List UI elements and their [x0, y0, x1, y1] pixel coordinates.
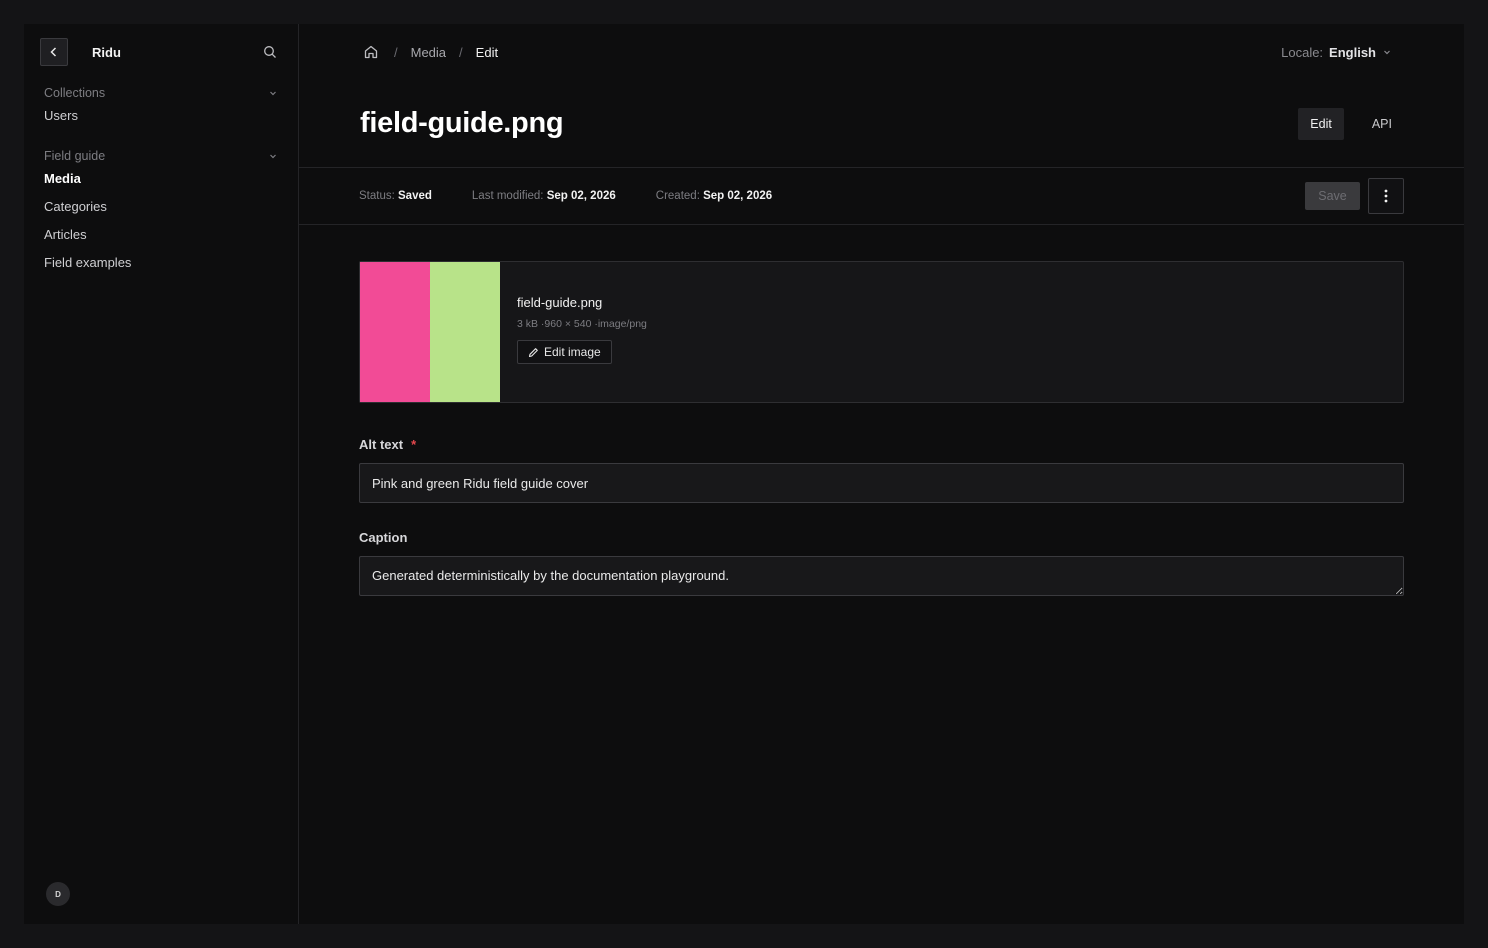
chevron-down-icon	[270, 154, 276, 159]
sidebar-item-field-examples[interactable]: Field examples	[40, 249, 278, 277]
more-vertical-icon	[1384, 189, 1388, 203]
main-content: / Media / Edit Locale: English field-gui…	[299, 24, 1464, 924]
required-marker: *	[411, 437, 417, 452]
created-value: Sep 02, 2026	[703, 190, 773, 202]
file-upload-card: field-guide.png 3 kB ·960 × 540 ·image/p…	[359, 261, 1404, 403]
nav-group-label: Collections	[44, 86, 106, 100]
chevron-down-icon	[270, 91, 276, 96]
home-link[interactable]	[363, 43, 381, 61]
caption-textarea[interactable]: Generated deterministically by the docum…	[359, 556, 1404, 596]
breadcrumb-edit: Edit	[475, 44, 499, 60]
alt-text-label: Alt text *	[359, 437, 417, 452]
page-title: field-guide.png	[360, 107, 564, 139]
search-icon	[264, 46, 276, 58]
sidebar: Ridu Collections Users Field guide Media…	[24, 24, 299, 924]
more-options-button[interactable]	[1368, 178, 1404, 214]
status-value: Saved	[398, 190, 432, 202]
sidebar-item-media[interactable]: Media	[40, 165, 278, 193]
locale-value: English	[1329, 44, 1376, 60]
nav-group-collections[interactable]: Collections	[40, 84, 278, 102]
sidebar-header: Ridu	[40, 38, 278, 66]
modified-meta: Last modified: Sep 02, 2026	[471, 190, 616, 202]
app-frame: Ridu Collections Users Field guide Media…	[24, 24, 1464, 924]
chevron-down-icon	[1384, 50, 1390, 55]
tab-api[interactable]: API	[1360, 108, 1404, 140]
sidebar-item-categories[interactable]: Categories	[40, 193, 278, 221]
image-thumbnail	[360, 262, 500, 402]
nav-group-label: Field guide	[44, 149, 106, 163]
brand-name: Ridu	[92, 44, 121, 60]
file-meta: 3 kB ·960 × 540 ·image/png	[517, 318, 647, 330]
breadcrumb: / Media / Edit	[363, 43, 1281, 61]
locale-label: Locale:	[1281, 44, 1324, 60]
top-bar: / Media / Edit Locale: English	[299, 24, 1464, 80]
caption-label: Caption	[359, 530, 408, 545]
file-name: field-guide.png	[517, 295, 603, 310]
thumbnail-color-block	[430, 262, 500, 402]
title-row: field-guide.png Edit API	[299, 80, 1464, 168]
edit-form: field-guide.png 3 kB ·960 × 540 ·image/p…	[299, 225, 1464, 601]
home-icon	[364, 45, 378, 59]
search-button[interactable]	[262, 44, 278, 60]
thumbnail-color-block	[360, 262, 430, 402]
sidebar-item-articles[interactable]: Articles	[40, 221, 278, 249]
sidebar-item-users[interactable]: Users	[40, 102, 278, 130]
pencil-icon	[528, 347, 538, 357]
nav-group-field-guide[interactable]: Field guide	[40, 147, 278, 165]
modified-value: Sep 02, 2026	[546, 190, 616, 202]
created-meta: Created: Sep 02, 2026	[655, 190, 773, 202]
save-button[interactable]: Save	[1305, 182, 1360, 210]
locale-selector[interactable]: Locale: English	[1281, 45, 1392, 60]
alt-text-input[interactable]	[359, 463, 1404, 503]
file-info: field-guide.png 3 kB ·960 × 540 ·image/p…	[500, 262, 664, 402]
document-meta-bar: Status: Saved Last modified: Sep 02, 202…	[299, 168, 1464, 225]
back-button[interactable]	[40, 38, 68, 66]
avatar[interactable]: D	[46, 882, 70, 906]
tab-edit[interactable]: Edit	[1298, 107, 1344, 140]
chevron-left-icon	[50, 47, 57, 57]
breadcrumb-media[interactable]: Media	[411, 45, 446, 60]
edit-image-button[interactable]: Edit image	[517, 340, 612, 364]
edit-image-label: Edit image	[544, 345, 601, 359]
status-meta: Status: Saved	[359, 190, 432, 202]
